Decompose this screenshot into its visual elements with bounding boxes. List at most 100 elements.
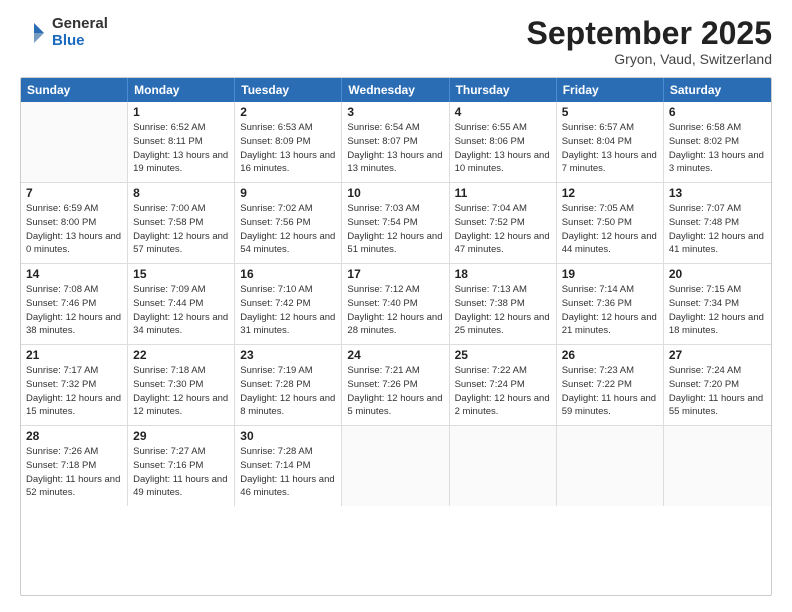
- day-cell-17: 17 Sunrise: 7:12 AM Sunset: 7:40 PM Dayli…: [342, 264, 449, 344]
- day-info: Sunrise: 7:22 AM Sunset: 7:24 PM Dayligh…: [455, 364, 551, 419]
- day-info: Sunrise: 7:05 AM Sunset: 7:50 PM Dayligh…: [562, 202, 658, 257]
- week-row-4: 21 Sunrise: 7:17 AM Sunset: 7:32 PM Dayli…: [21, 345, 771, 426]
- day-cell-18: 18Sunrise: 7:13 AM Sunset: 7:38 PM Dayli…: [450, 264, 557, 344]
- day-info: Sunrise: 7:18 AM Sunset: 7:30 PM Dayligh…: [133, 364, 229, 419]
- day-number: 11: [455, 186, 551, 200]
- day-info: Sunrise: 7:14 AM Sunset: 7:36 PM Dayligh…: [562, 283, 658, 338]
- day-number: 17: [347, 267, 443, 281]
- day-info: Sunrise: 7:26 AM Sunset: 7:18 PM Dayligh…: [26, 445, 122, 500]
- day-info: Sunrise: 7:02 AM Sunset: 7:56 PM Dayligh…: [240, 202, 336, 257]
- day-number: 28: [26, 429, 122, 443]
- day-info: Sunrise: 7:09 AM Sunset: 7:44 PM Dayligh…: [133, 283, 229, 338]
- day-number: 12: [562, 186, 658, 200]
- day-info: Sunrise: 7:24 AM Sunset: 7:20 PM Dayligh…: [669, 364, 766, 419]
- day-number: 2: [240, 105, 336, 119]
- day-cell-15: 15 Sunrise: 7:09 AM Sunset: 7:44 PM Dayli…: [128, 264, 235, 344]
- day-number: 15: [133, 267, 229, 281]
- day-number: 23: [240, 348, 336, 362]
- day-number: 27: [669, 348, 766, 362]
- page: General Blue September 2025 Gryon, Vaud,…: [0, 0, 792, 612]
- day-cell-11: 11 Sunrise: 7:04 AM Sunset: 7:52 PM Dayli…: [450, 183, 557, 263]
- day-cell-1: 1 Sunrise: 6:52 AM Sunset: 8:11 PM Daylig…: [128, 102, 235, 182]
- day-cell-8: 8 Sunrise: 7:00 AM Sunset: 7:58 PM Daylig…: [128, 183, 235, 263]
- title-block: September 2025 Gryon, Vaud, Switzerland: [527, 16, 772, 67]
- day-number: 24: [347, 348, 443, 362]
- day-info: Sunrise: 6:59 AM Sunset: 8:00 PM Dayligh…: [26, 202, 122, 257]
- day-info: Sunrise: 7:15 AM Sunset: 7:34 PM Dayligh…: [669, 283, 766, 338]
- header: General Blue September 2025 Gryon, Vaud,…: [20, 16, 772, 67]
- day-number: 8: [133, 186, 229, 200]
- day-info: Sunrise: 7:12 AM Sunset: 7:40 PM Dayligh…: [347, 283, 443, 338]
- day-number: 14: [26, 267, 122, 281]
- day-info: Sunrise: 7:00 AM Sunset: 7:58 PM Dayligh…: [133, 202, 229, 257]
- day-number: 4: [455, 105, 551, 119]
- day-cell-29: 29Sunrise: 7:27 AM Sunset: 7:16 PM Dayli…: [128, 426, 235, 506]
- location: Gryon, Vaud, Switzerland: [527, 51, 772, 67]
- day-of-week-wednesday: Wednesday: [342, 78, 449, 102]
- day-number: 29: [133, 429, 229, 443]
- month-title: September 2025: [527, 16, 772, 51]
- day-number: 3: [347, 105, 443, 119]
- logo-text: General Blue: [52, 16, 108, 49]
- day-cell-27: 27 Sunrise: 7:24 AM Sunset: 7:20 PM Dayli…: [664, 345, 771, 425]
- day-info: Sunrise: 7:04 AM Sunset: 7:52 PM Dayligh…: [455, 202, 551, 257]
- day-cell-22: 22Sunrise: 7:18 AM Sunset: 7:30 PM Dayli…: [128, 345, 235, 425]
- day-cell-19: 19Sunrise: 7:14 AM Sunset: 7:36 PM Dayli…: [557, 264, 664, 344]
- day-cell-28: 28 Sunrise: 7:26 AM Sunset: 7:18 PM Dayli…: [21, 426, 128, 506]
- day-number: 6: [669, 105, 766, 119]
- day-cell-21: 21 Sunrise: 7:17 AM Sunset: 7:32 PM Dayli…: [21, 345, 128, 425]
- day-cell-23: 23 Sunrise: 7:19 AM Sunset: 7:28 PM Dayli…: [235, 345, 342, 425]
- logo-icon: [20, 19, 48, 47]
- empty-cell: [450, 426, 557, 506]
- day-cell-6: 6 Sunrise: 6:58 AM Sunset: 8:02 PM Daylig…: [664, 102, 771, 182]
- day-info: Sunrise: 7:17 AM Sunset: 7:32 PM Dayligh…: [26, 364, 122, 419]
- logo: General Blue: [20, 16, 108, 49]
- week-row-1: 1 Sunrise: 6:52 AM Sunset: 8:11 PM Daylig…: [21, 102, 771, 183]
- week-row-2: 7 Sunrise: 6:59 AM Sunset: 8:00 PM Daylig…: [21, 183, 771, 264]
- day-info: Sunrise: 6:58 AM Sunset: 8:02 PM Dayligh…: [669, 121, 766, 176]
- calendar-body: 1 Sunrise: 6:52 AM Sunset: 8:11 PM Daylig…: [21, 102, 771, 506]
- day-cell-25: 25 Sunrise: 7:22 AM Sunset: 7:24 PM Dayli…: [450, 345, 557, 425]
- day-info: Sunrise: 6:55 AM Sunset: 8:06 PM Dayligh…: [455, 121, 551, 176]
- day-number: 1: [133, 105, 229, 119]
- day-of-week-saturday: Saturday: [664, 78, 771, 102]
- day-info: Sunrise: 7:23 AM Sunset: 7:22 PM Dayligh…: [562, 364, 658, 419]
- day-cell-9: 9Sunrise: 7:02 AM Sunset: 7:56 PM Daylig…: [235, 183, 342, 263]
- day-cell-2: 2 Sunrise: 6:53 AM Sunset: 8:09 PM Daylig…: [235, 102, 342, 182]
- day-cell-3: 3Sunrise: 6:54 AM Sunset: 8:07 PM Daylig…: [342, 102, 449, 182]
- day-info: Sunrise: 6:52 AM Sunset: 8:11 PM Dayligh…: [133, 121, 229, 176]
- day-cell-24: 24 Sunrise: 7:21 AM Sunset: 7:26 PM Dayli…: [342, 345, 449, 425]
- day-cell-4: 4 Sunrise: 6:55 AM Sunset: 8:06 PM Daylig…: [450, 102, 557, 182]
- day-cell-13: 13 Sunrise: 7:07 AM Sunset: 7:48 PM Dayli…: [664, 183, 771, 263]
- day-number: 10: [347, 186, 443, 200]
- day-number: 25: [455, 348, 551, 362]
- day-info: Sunrise: 6:57 AM Sunset: 8:04 PM Dayligh…: [562, 121, 658, 176]
- day-number: 5: [562, 105, 658, 119]
- day-info: Sunrise: 7:03 AM Sunset: 7:54 PM Dayligh…: [347, 202, 443, 257]
- logo-blue: Blue: [52, 33, 108, 50]
- day-number: 26: [562, 348, 658, 362]
- day-info: Sunrise: 7:07 AM Sunset: 7:48 PM Dayligh…: [669, 202, 766, 257]
- day-info: Sunrise: 7:28 AM Sunset: 7:14 PM Dayligh…: [240, 445, 336, 500]
- day-of-week-friday: Friday: [557, 78, 664, 102]
- day-cell-12: 12 Sunrise: 7:05 AM Sunset: 7:50 PM Dayli…: [557, 183, 664, 263]
- day-info: Sunrise: 7:10 AM Sunset: 7:42 PM Dayligh…: [240, 283, 336, 338]
- empty-cell: [664, 426, 771, 506]
- day-cell-30: 30Sunrise: 7:28 AM Sunset: 7:14 PM Dayli…: [235, 426, 342, 506]
- day-cell-26: 26 Sunrise: 7:23 AM Sunset: 7:22 PM Dayli…: [557, 345, 664, 425]
- day-of-week-thursday: Thursday: [450, 78, 557, 102]
- day-cell-10: 10 Sunrise: 7:03 AM Sunset: 7:54 PM Dayli…: [342, 183, 449, 263]
- day-number: 16: [240, 267, 336, 281]
- logo-general: General: [52, 16, 108, 33]
- day-of-week-sunday: Sunday: [21, 78, 128, 102]
- day-number: 7: [26, 186, 122, 200]
- day-cell-14: 14Sunrise: 7:08 AM Sunset: 7:46 PM Dayli…: [21, 264, 128, 344]
- day-number: 21: [26, 348, 122, 362]
- day-number: 13: [669, 186, 766, 200]
- day-cell-16: 16 Sunrise: 7:10 AM Sunset: 7:42 PM Dayli…: [235, 264, 342, 344]
- day-info: Sunrise: 6:53 AM Sunset: 8:09 PM Dayligh…: [240, 121, 336, 176]
- day-of-week-tuesday: Tuesday: [235, 78, 342, 102]
- day-info: Sunrise: 7:19 AM Sunset: 7:28 PM Dayligh…: [240, 364, 336, 419]
- calendar: SundayMondayTuesdayWednesdayThursdayFrid…: [20, 77, 772, 596]
- day-info: Sunrise: 7:21 AM Sunset: 7:26 PM Dayligh…: [347, 364, 443, 419]
